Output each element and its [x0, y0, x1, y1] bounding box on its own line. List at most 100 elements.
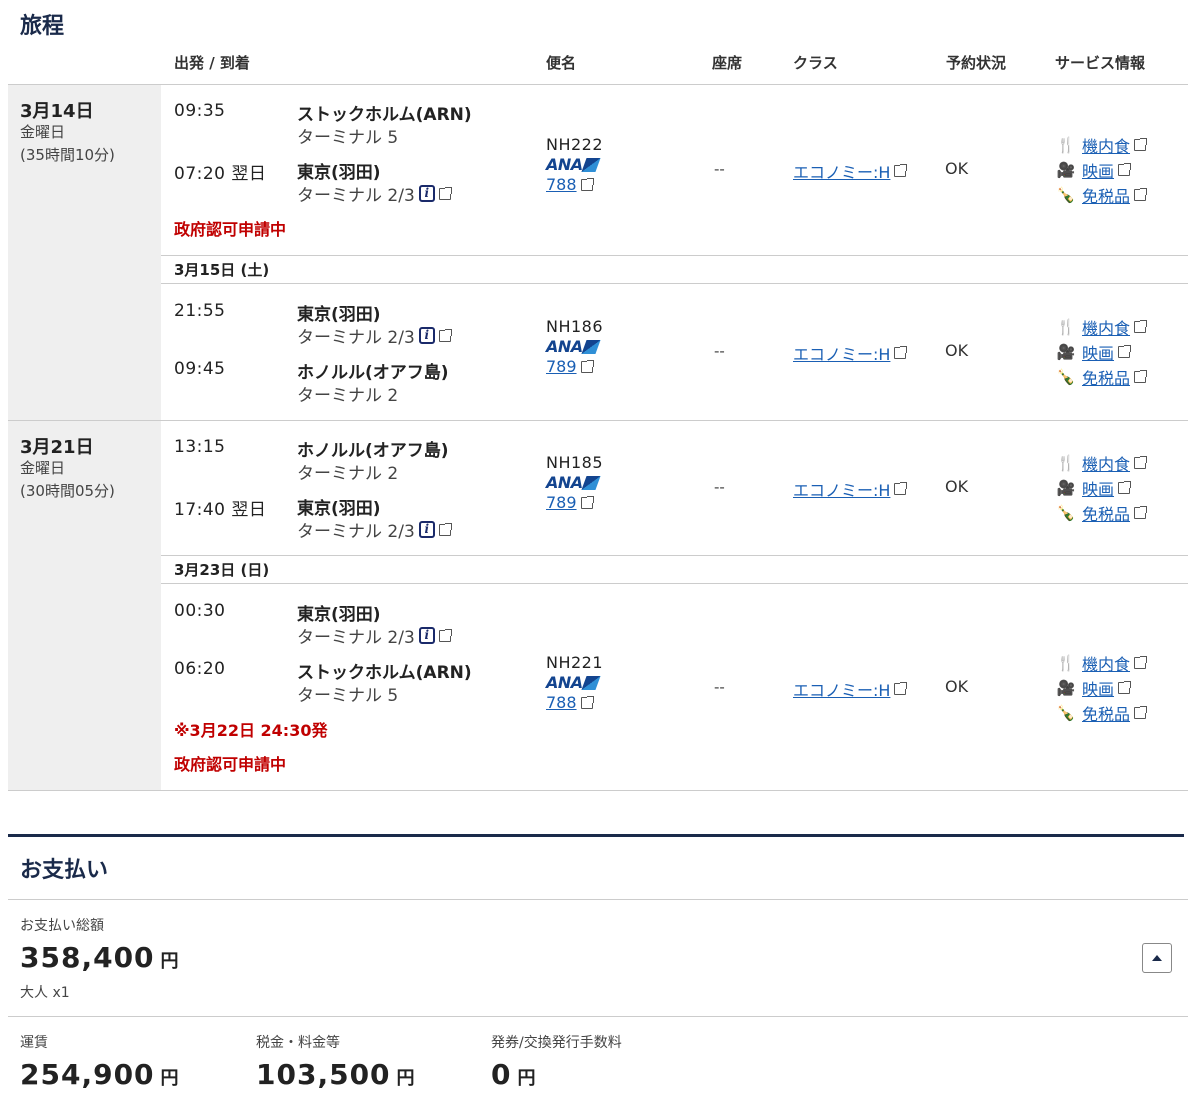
arrival-place: 東京(羽田) [297, 499, 381, 519]
trip-weekday: 金曜日 [20, 459, 66, 477]
header-status: 予約状況 [946, 54, 1007, 72]
trip-date-cell: 3月14日 金曜日 (35時間10分) [8, 85, 161, 420]
trip-duration: (30時間05分) [20, 482, 115, 500]
trip-date: 3月21日 [20, 437, 94, 458]
payment-title: お支払い [20, 858, 109, 883]
info-icon[interactable]: i [418, 327, 435, 344]
film-camera-icon: 🎥 [1056, 478, 1076, 497]
movie-link[interactable]: 映画 [1082, 158, 1114, 182]
external-link-icon[interactable] [1118, 344, 1132, 358]
class-link[interactable]: エコノミー:H [793, 677, 890, 701]
aircraft-link[interactable]: 788 [546, 693, 577, 712]
ana-swoosh-icon [581, 475, 601, 490]
external-link-icon[interactable] [438, 328, 452, 342]
info-icon[interactable]: i [418, 185, 435, 202]
ana-swoosh-icon [581, 675, 601, 690]
total-amount: 358,400 円 [20, 941, 179, 974]
total-label: お支払い総額 [20, 918, 104, 934]
arrival-time: 09:45 [174, 359, 226, 379]
external-link-icon[interactable] [1118, 680, 1132, 694]
external-link-icon[interactable] [1134, 705, 1148, 719]
arrival-terminal: ターミナル 2/3 i [297, 517, 452, 542]
arrival-place: ホノルル(オアフ島) [297, 363, 449, 383]
external-link-icon[interactable] [580, 695, 594, 709]
departure-time: 13:15 [174, 437, 226, 457]
class-link[interactable]: エコノミー:H [793, 477, 890, 501]
bottle-icon: 🍾 [1056, 185, 1076, 204]
external-link-icon[interactable] [1134, 369, 1148, 383]
meal-link[interactable]: 機内食 [1082, 315, 1130, 339]
divider [161, 255, 1188, 256]
external-link-icon[interactable] [1134, 137, 1148, 151]
arrival-terminal: ターミナル 2/3 i [297, 181, 452, 206]
divider [8, 1016, 1188, 1017]
external-link-icon[interactable] [1118, 162, 1132, 176]
movie-link[interactable]: 映画 [1082, 476, 1114, 500]
aircraft-link[interactable]: 789 [546, 357, 577, 376]
film-camera-icon: 🎥 [1056, 678, 1076, 697]
meal-link[interactable]: 機内食 [1082, 451, 1130, 475]
external-link-icon[interactable] [894, 346, 908, 359]
flight-info: NH185 ANA 789 [546, 453, 603, 512]
alert-note: 政府認可申請中 [174, 755, 287, 774]
external-link-icon[interactable] [1118, 480, 1132, 494]
aircraft-link[interactable]: 788 [546, 175, 577, 194]
flight-info: NH221 ANA 788 [546, 653, 603, 712]
departure-place: ホノルル(オアフ島) [297, 441, 449, 461]
flight-info: NH222 ANA 788 [546, 135, 603, 194]
segment-date-row: 3月23日 (日) [174, 561, 270, 579]
cutlery-icon: 🍴 [1056, 653, 1076, 672]
class-link[interactable]: エコノミー:H [793, 159, 890, 183]
arrival-terminal: ターミナル 2 [297, 386, 399, 406]
meal-link[interactable]: 機内食 [1082, 133, 1130, 157]
movie-link[interactable]: 映画 [1082, 676, 1114, 700]
external-link-icon[interactable] [1134, 319, 1148, 333]
ana-logo: ANA [546, 337, 603, 356]
passenger-count: 大人 x1 [20, 985, 70, 1001]
booking-status: OK [945, 677, 969, 696]
info-icon[interactable]: i [418, 627, 435, 644]
departure-place: ストックホルム(ARN) [297, 105, 472, 125]
external-link-icon[interactable] [580, 177, 594, 191]
external-link-icon[interactable] [894, 164, 908, 177]
payment-divider [8, 834, 1184, 837]
external-link-icon[interactable] [1134, 187, 1148, 201]
collapse-toggle-button[interactable] [1142, 943, 1172, 973]
arrival-time: 07:20 翌日 [174, 164, 267, 184]
dutyfree-link[interactable]: 免税品 [1082, 183, 1130, 207]
itinerary-title: 旅程 [20, 14, 65, 39]
header-flight: 便名 [546, 54, 577, 72]
class-cell: エコノミー:H [793, 159, 908, 183]
external-link-icon[interactable] [438, 186, 452, 200]
flight-segment: 09:35 ストックホルム(ARN) ターミナル 5 07:20 翌日 東京(羽… [161, 85, 1188, 255]
seat-value: -- [714, 160, 725, 178]
ana-swoosh-icon [581, 339, 601, 354]
departure-terminal: ターミナル 2/3 i [297, 623, 452, 648]
departure-note: ※3月22日 24:30発 [174, 721, 328, 740]
external-link-icon[interactable] [894, 482, 908, 495]
dutyfree-link[interactable]: 免税品 [1082, 365, 1130, 389]
flight-info: NH186 ANA 789 [546, 317, 603, 376]
external-link-icon[interactable] [438, 522, 452, 536]
info-icon[interactable]: i [418, 521, 435, 538]
dutyfree-link[interactable]: 免税品 [1082, 501, 1130, 525]
external-link-icon[interactable] [894, 682, 908, 695]
divider [8, 899, 1188, 900]
dutyfree-link[interactable]: 免税品 [1082, 701, 1130, 725]
external-link-icon[interactable] [580, 495, 594, 509]
meal-link[interactable]: 機内食 [1082, 651, 1130, 675]
service-info: 🍴 機内食 🎥 映画 🍾 免税品 [1054, 450, 1148, 525]
external-link-icon[interactable] [580, 359, 594, 373]
alert-note: 政府認可申請中 [174, 220, 287, 239]
aircraft-link[interactable]: 789 [546, 493, 577, 512]
movie-link[interactable]: 映画 [1082, 340, 1114, 364]
ana-logo: ANA [546, 673, 603, 692]
external-link-icon[interactable] [1134, 655, 1148, 669]
external-link-icon[interactable] [1134, 455, 1148, 469]
film-camera-icon: 🎥 [1056, 160, 1076, 179]
tax-label: 税金・料金等 [256, 1035, 340, 1051]
external-link-icon[interactable] [438, 628, 452, 642]
class-link[interactable]: エコノミー:H [793, 341, 890, 365]
departure-terminal: ターミナル 5 [297, 128, 399, 148]
external-link-icon[interactable] [1134, 505, 1148, 519]
